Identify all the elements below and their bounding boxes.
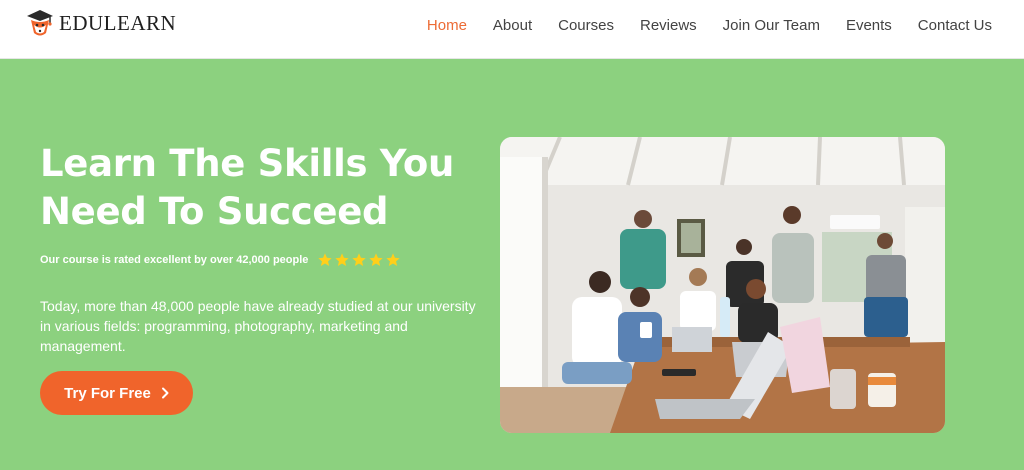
chevron-right-icon <box>161 387 169 399</box>
rating-row: Our course is rated excellent by over 42… <box>40 252 402 268</box>
nav-item-contact-us[interactable]: Contact Us <box>918 17 992 34</box>
brand-logo[interactable]: EDULEARN <box>26 8 176 38</box>
nav-item-join-our-team[interactable]: Join Our Team <box>723 17 820 34</box>
star-icon <box>369 253 384 266</box>
main-nav: Home About Courses Reviews Join Our Team… <box>401 17 992 34</box>
cta-label: Try For Free <box>64 384 151 402</box>
star-icon <box>386 253 401 266</box>
nav-item-home[interactable]: Home <box>427 17 467 34</box>
star-icon <box>352 253 367 266</box>
star-icon <box>335 253 350 266</box>
nav-item-reviews[interactable]: Reviews <box>640 17 697 34</box>
nav-item-events[interactable]: Events <box>846 17 892 34</box>
rating-stars <box>317 252 402 268</box>
star-icon <box>318 253 333 266</box>
students-photo-illustration <box>500 137 945 433</box>
hero-description: Today, more than 48,000 people have alre… <box>40 298 476 354</box>
hero-photo <box>500 137 945 433</box>
graduation-cap-fox-icon <box>27 10 53 36</box>
nav-item-courses[interactable]: Courses <box>558 17 614 34</box>
rating-text: Our course is rated excellent by over 42… <box>40 254 309 266</box>
try-for-free-button[interactable]: Try For Free <box>40 371 193 415</box>
brand-name: EDULEARN <box>59 10 177 35</box>
nav-item-about[interactable]: About <box>493 17 532 34</box>
hero-title: Learn The Skills You Need To Succeed <box>40 142 455 233</box>
top-navbar: EDULEARN Home About Courses Reviews Join… <box>0 0 1024 59</box>
